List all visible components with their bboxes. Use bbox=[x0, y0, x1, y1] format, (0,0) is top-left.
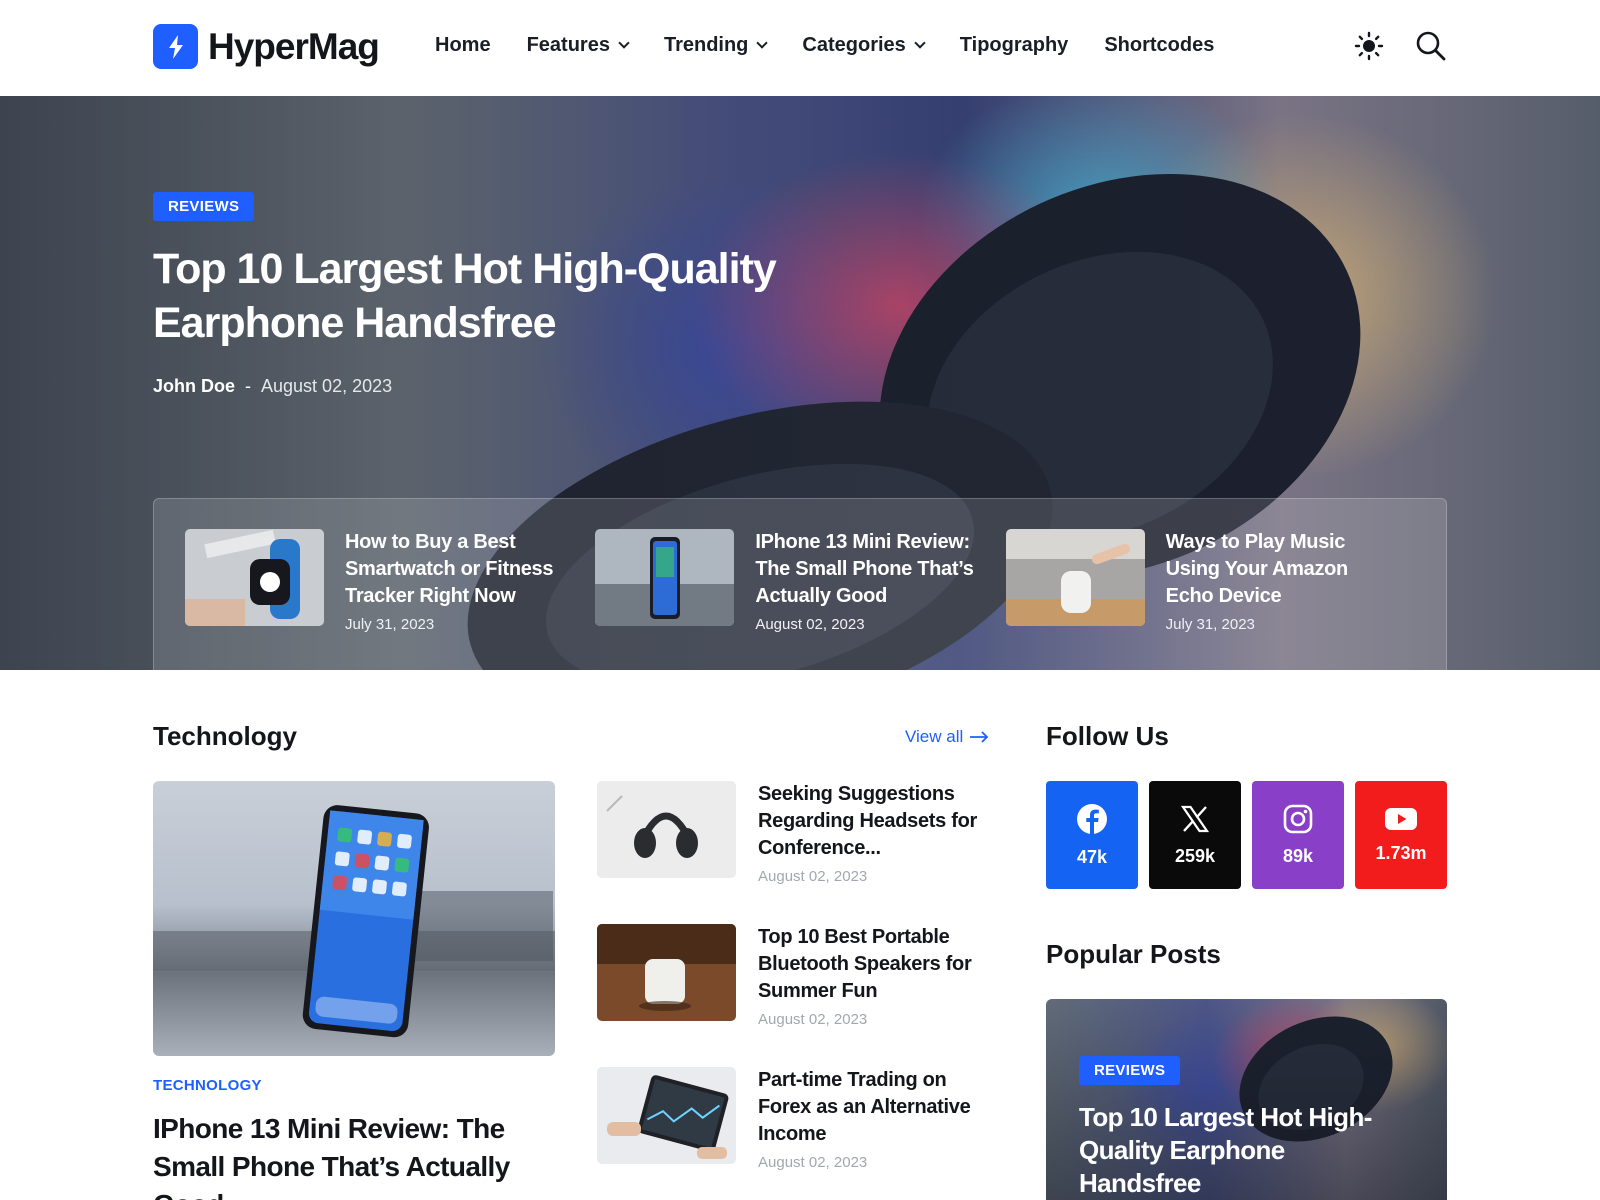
category-badge[interactable]: REVIEWS bbox=[1079, 1056, 1181, 1085]
technology-section-title: Technology bbox=[153, 721, 297, 751]
main-nav: Home Features Trending Categories Tipogr… bbox=[435, 34, 1250, 57]
youtube-icon bbox=[1385, 807, 1417, 830]
view-all-label: View all bbox=[905, 727, 964, 746]
category-badge[interactable]: REVIEWS bbox=[153, 192, 255, 221]
x-button[interactable]: 259k bbox=[1149, 781, 1241, 889]
hero-card-date: August 02, 2023 bbox=[755, 616, 865, 633]
nav-item-shortcodes[interactable]: Shortcodes bbox=[1104, 34, 1214, 57]
featured-post-title[interactable]: IPhone 13 Mini Review: The Small Phone T… bbox=[153, 1110, 553, 1200]
headset-thumbnail[interactable] bbox=[597, 781, 736, 878]
featured-post-category[interactable]: TECHNOLOGY bbox=[153, 1077, 262, 1094]
nav-item-trending[interactable]: Trending bbox=[663, 34, 769, 57]
iphone-thumbnail[interactable] bbox=[595, 529, 735, 626]
follow-us-title: Follow Us bbox=[1046, 721, 1169, 751]
hero-card[interactable]: Ways to Play Music Using Your Amazon Ech… bbox=[1005, 529, 1416, 670]
post-title[interactable]: Seeking Suggestions Regarding Headsets f… bbox=[758, 781, 998, 862]
featured-post-image[interactable] bbox=[153, 781, 555, 1056]
x-logo-icon bbox=[1180, 805, 1210, 832]
nav-label: Features bbox=[526, 34, 610, 56]
nav-label: Tipography bbox=[959, 34, 1069, 56]
search-icon[interactable] bbox=[1414, 29, 1448, 63]
social-links: 47k 259k 89k 1.73m bbox=[1046, 781, 1447, 889]
nav-label: Shortcodes bbox=[1104, 34, 1215, 56]
post-title[interactable]: Top 10 Best Portable Bluetooth Speakers … bbox=[758, 924, 998, 1005]
youtube-button[interactable]: 1.73m bbox=[1355, 781, 1447, 889]
hero-card-title[interactable]: IPhone 13 Mini Review: The Small Phone T… bbox=[755, 529, 987, 610]
post-date: August 02, 2023 bbox=[758, 1011, 868, 1028]
chevron-down-icon bbox=[756, 37, 769, 49]
chevron-down-icon bbox=[914, 37, 926, 49]
instagram-count: 89k bbox=[1282, 845, 1314, 866]
list-item[interactable]: Seeking Suggestions Regarding Headsets f… bbox=[597, 781, 999, 924]
smartwatch-thumbnail[interactable] bbox=[185, 529, 324, 626]
list-item[interactable]: Top 10 Best Portable Bluetooth Speakers … bbox=[597, 924, 999, 1067]
trading-tablet-thumbnail[interactable] bbox=[597, 1067, 736, 1164]
nav-item-tipography[interactable]: Tipography bbox=[960, 34, 1069, 57]
nav-label: Categories bbox=[802, 34, 906, 56]
popular-post-card[interactable]: REVIEWS Top 10 Largest Hot High-Quality … bbox=[1046, 999, 1447, 1200]
post-date: August 02, 2023 bbox=[758, 1154, 868, 1171]
post-date: August 02, 2023 bbox=[758, 868, 868, 885]
header-actions bbox=[1352, 29, 1448, 63]
site-logo[interactable]: HyperMag bbox=[153, 24, 380, 69]
hero-related-posts: How to Buy a Best Smartwatch or Fitness … bbox=[153, 498, 1447, 670]
echo-device-thumbnail[interactable] bbox=[1005, 529, 1145, 626]
nav-label: Home bbox=[435, 34, 491, 56]
technology-post-list: Seeking Suggestions Regarding Headsets f… bbox=[597, 781, 999, 1200]
nav-label: Trending bbox=[663, 34, 749, 56]
hero-card[interactable]: IPhone 13 Mini Review: The Small Phone T… bbox=[595, 529, 1005, 670]
post-title[interactable]: Part-time Trading on Forex as an Alterna… bbox=[758, 1067, 998, 1148]
nav-item-categories[interactable]: Categories bbox=[802, 34, 926, 57]
site-header: HyperMag Home Features Trending Categori… bbox=[0, 0, 1600, 96]
hero-title[interactable]: Top 10 Largest Hot High-Quality Earphone… bbox=[153, 242, 833, 350]
arrow-right-icon bbox=[970, 731, 989, 743]
hero-section[interactable]: REVIEWS Top 10 Largest Hot High-Quality … bbox=[0, 96, 1600, 670]
popular-post-title[interactable]: Top 10 Largest Hot High-Quality Earphone… bbox=[1079, 1101, 1409, 1200]
x-count: 259k bbox=[1174, 845, 1216, 866]
facebook-icon bbox=[1077, 803, 1107, 834]
youtube-count: 1.73m bbox=[1375, 842, 1427, 863]
hero-card[interactable]: How to Buy a Best Smartwatch or Fitness … bbox=[185, 529, 595, 670]
bolt-logo-icon bbox=[153, 24, 198, 69]
instagram-icon bbox=[1283, 804, 1313, 833]
facebook-count: 47k bbox=[1076, 846, 1108, 867]
meta-separator: - bbox=[245, 376, 252, 396]
speaker-thumbnail[interactable] bbox=[597, 924, 736, 1021]
facebook-button[interactable]: 47k bbox=[1046, 781, 1138, 889]
hero-card-title[interactable]: Ways to Play Music Using Your Amazon Ech… bbox=[1166, 529, 1398, 610]
author-name[interactable]: John Doe bbox=[153, 376, 235, 397]
hero-card-date: July 31, 2023 bbox=[345, 616, 435, 633]
hero-card-title[interactable]: How to Buy a Best Smartwatch or Fitness … bbox=[345, 529, 577, 610]
hero-meta: John Doe - August 02, 2023 bbox=[153, 376, 392, 397]
chevron-down-icon bbox=[618, 37, 630, 49]
hero-card-date: July 31, 2023 bbox=[1165, 616, 1255, 633]
list-item[interactable]: Part-time Trading on Forex as an Alterna… bbox=[597, 1067, 999, 1200]
nav-item-features[interactable]: Features bbox=[526, 34, 630, 57]
nav-item-home[interactable]: Home bbox=[435, 34, 491, 57]
popular-posts-title: Popular Posts bbox=[1046, 939, 1221, 969]
instagram-button[interactable]: 89k bbox=[1252, 781, 1344, 889]
sun-icon[interactable] bbox=[1352, 29, 1386, 63]
brand-name: HyperMag bbox=[208, 25, 380, 67]
view-all-link[interactable]: View all bbox=[905, 727, 989, 747]
post-date: August 02, 2023 bbox=[261, 376, 393, 396]
